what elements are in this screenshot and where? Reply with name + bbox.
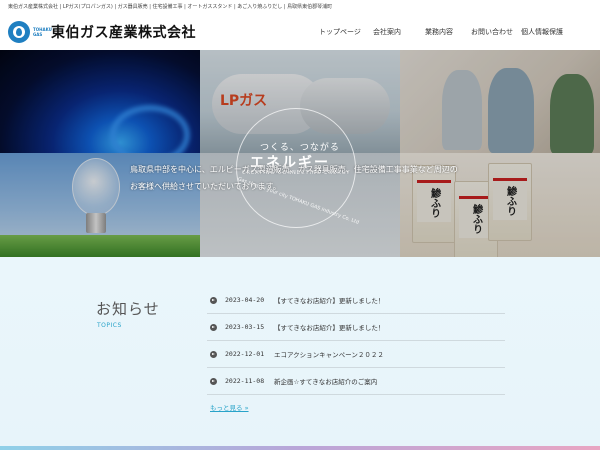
arrow-circle-icon	[210, 377, 217, 385]
news-item[interactable]: 2023-04-20 【すてきなお店紹介】更新しました！	[207, 287, 505, 314]
flame-logo-icon	[8, 21, 30, 43]
nav-item-privacy[interactable]: 個人情報保護	[521, 27, 563, 37]
news-item[interactable]: 2023-03-15 【すてきなお店紹介】更新しました！	[207, 314, 505, 341]
nav-item-company[interactable]: 会社案内	[373, 27, 401, 37]
hero-banner: LPガス 鯵ふり 鯵ふり 鯵ふり つくる、つながる エネルギー CREATING…	[0, 50, 600, 257]
news-date: 2023-03-15	[225, 323, 265, 331]
nav-item-services[interactable]: 業務内容	[425, 27, 453, 37]
news-title: お知らせ	[96, 300, 160, 318]
news-text[interactable]: 新企画☆すてきなお店紹介のご案内	[274, 376, 377, 386]
nav-item-contact[interactable]: お問い合わせ	[471, 27, 513, 37]
news-item[interactable]: 2022-11-08 新企画☆すてきなお店紹介のご案内	[207, 368, 505, 395]
nav-item-top[interactable]: トップページ	[319, 27, 361, 37]
logo-subtext: TOHAKU GAS	[33, 27, 52, 37]
news-list: 2023-04-20 【すてきなお店紹介】更新しました！ 2023-03-15 …	[207, 287, 505, 395]
news-date: 2022-11-08	[225, 377, 265, 385]
news-text[interactable]: エコアクションキャンペーン２０２２	[274, 349, 384, 359]
news-item[interactable]: 2022-12-01 エコアクションキャンペーン２０２２	[207, 341, 505, 368]
news-text[interactable]: 【すてきなお店紹介】更新しました！	[274, 295, 384, 305]
news-date: 2023-04-20	[225, 296, 265, 304]
arrow-circle-icon	[210, 350, 217, 358]
site-header: TOHAKU GAS 東伯ガス産業株式会社 トップページ 会社案内 業務内容 お…	[0, 14, 600, 50]
site-logo[interactable]: TOHAKU GAS 東伯ガス産業株式会社	[8, 21, 196, 43]
top-info-bar: 東伯ガス産業株式会社 | LPガス(プロパンガス) | ガス器具販売 | 住宅設…	[0, 0, 600, 14]
company-name: 東伯ガス産業株式会社	[51, 25, 196, 41]
arrow-circle-icon	[210, 323, 217, 331]
more-news-link[interactable]: もっと見る »	[210, 402, 249, 412]
bottom-gradient-strip	[0, 446, 600, 450]
news-date: 2022-12-01	[225, 350, 265, 358]
news-subtitle: TOPICS	[97, 322, 122, 329]
hero-description: 鳥取県中部を中心に、エルピーガス製造販売、ガス器具販売、住宅設備工事事業など周辺…	[130, 165, 458, 191]
news-text[interactable]: 【すてきなお店紹介】更新しました！	[274, 322, 384, 332]
arrow-circle-icon	[210, 296, 217, 304]
